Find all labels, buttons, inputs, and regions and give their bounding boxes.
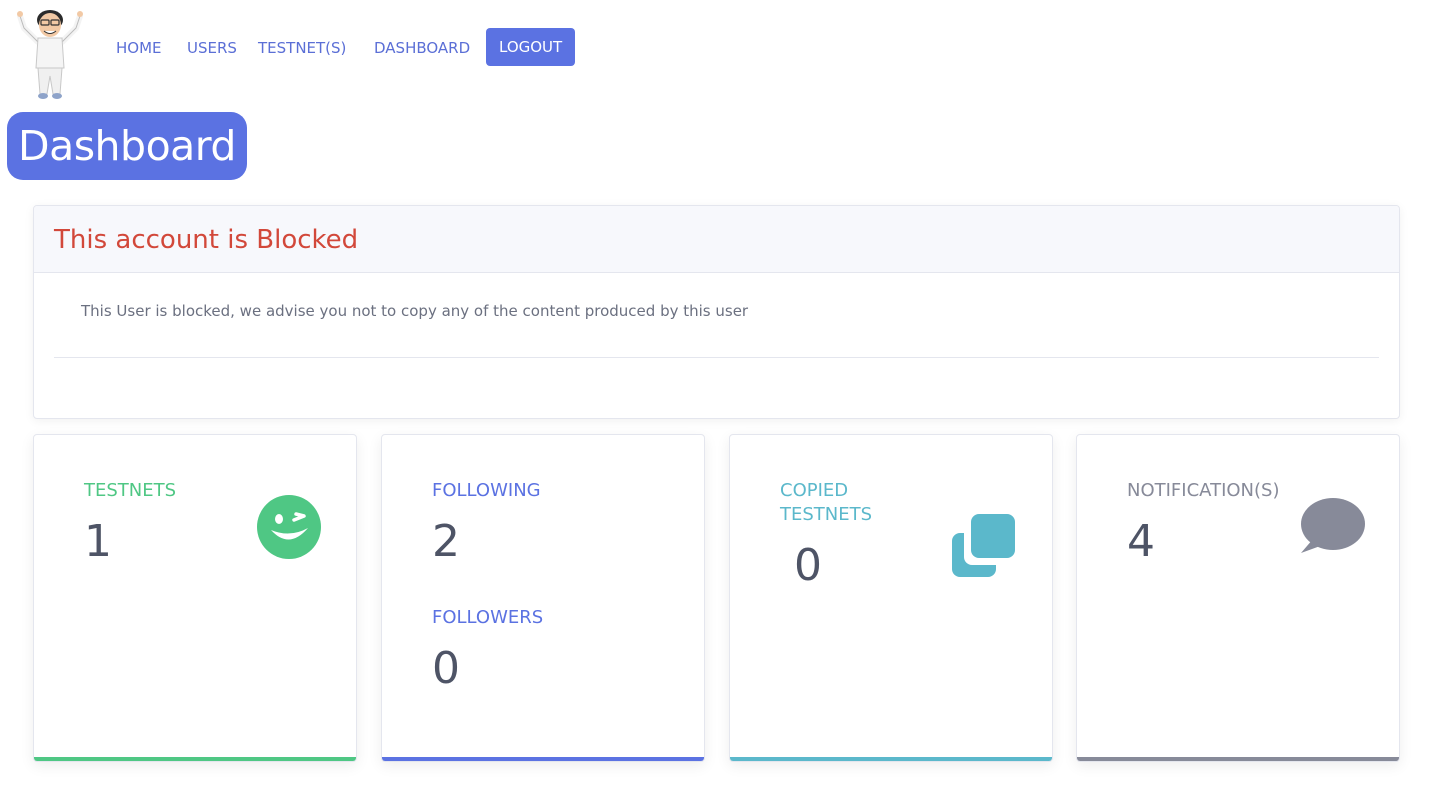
nav-dashboard-link[interactable]: DASHBOARD	[374, 28, 470, 66]
copied-label-line1: COPIED	[780, 480, 849, 501]
following-accent-bar	[382, 757, 704, 761]
copied-label-line2: TESTNETS	[780, 504, 873, 525]
testnets-label: TESTNETS	[84, 480, 177, 501]
following-label: FOLLOWING	[432, 480, 541, 501]
testnets-accent-bar	[34, 757, 356, 761]
nav-users-link[interactable]: USERS	[187, 28, 237, 66]
notifications-count: 4	[1127, 516, 1155, 567]
alert-message: This User is blocked, we advise you not …	[81, 302, 749, 320]
testnets-count: 1	[84, 516, 112, 567]
copied-accent-bar	[730, 757, 1052, 761]
copied-testnets-count: 0	[794, 540, 822, 591]
following-card[interactable]: FOLLOWING 2 FOLLOWERS 0	[381, 434, 705, 762]
copied-testnets-card[interactable]: COPIED TESTNETS 0	[729, 434, 1053, 762]
nav-home-link[interactable]: HOME	[116, 28, 162, 66]
avatar	[17, 10, 83, 99]
notifications-card[interactable]: NOTIFICATION(S) 4	[1076, 434, 1400, 762]
testnets-card[interactable]: TESTNETS 1	[33, 434, 357, 762]
logout-button[interactable]: LOGOUT	[486, 28, 576, 66]
following-count: 2	[432, 516, 460, 567]
followers-label: FOLLOWERS	[432, 607, 544, 628]
followers-count: 0	[432, 643, 460, 694]
copy-icon	[952, 514, 1015, 577]
alert-title: This account is Blocked	[34, 206, 1399, 273]
notifications-accent-bar	[1077, 757, 1399, 761]
blocked-alert-card: This account is Blocked This User is blo…	[33, 205, 1400, 419]
speech-bubble-icon	[1301, 498, 1365, 553]
divider	[54, 357, 1379, 358]
nav-testnets-link[interactable]: TESTNET(S)	[258, 28, 346, 66]
notifications-label: NOTIFICATION(S)	[1127, 480, 1280, 501]
page-title: Dashboard	[7, 112, 247, 180]
wink-face-icon	[257, 495, 321, 559]
